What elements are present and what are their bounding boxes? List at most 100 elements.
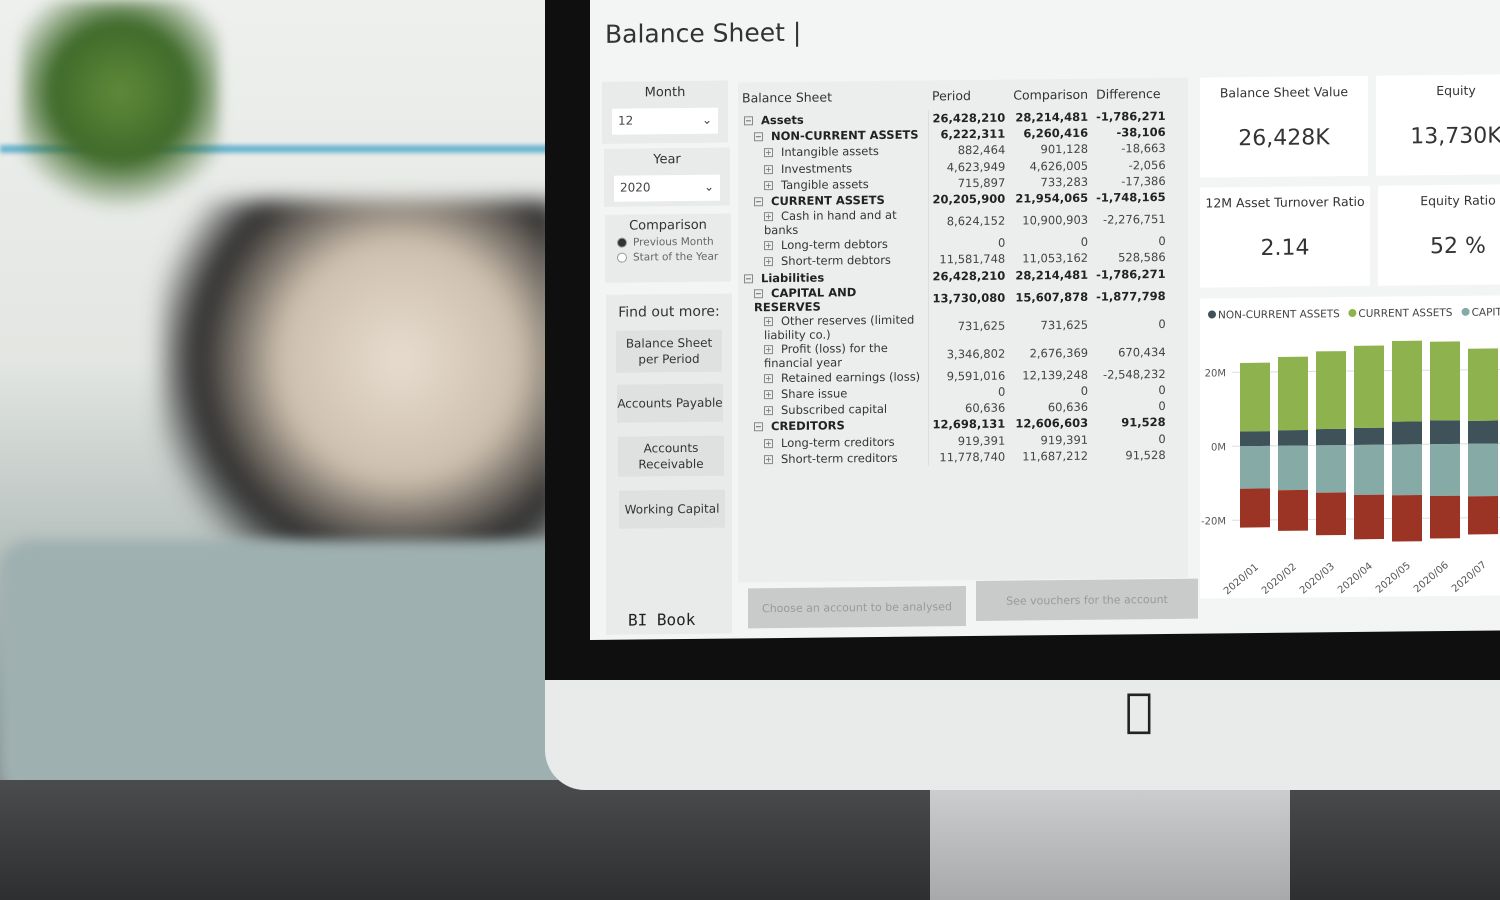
expand-icon[interactable]: + (764, 316, 773, 326)
x-tick-label: 2020/07 (1450, 560, 1489, 595)
bar-segment (1392, 340, 1422, 422)
cell-difference: -38,106 (1116, 125, 1166, 140)
cell-difference: 0 (1158, 382, 1166, 398)
cell-period: 8,624,152 (946, 213, 1006, 229)
radio-label: Start of the Year (633, 250, 719, 264)
monitor-stand (930, 780, 1290, 900)
expand-icon[interactable]: + (764, 148, 773, 158)
choose-account-button[interactable]: Choose an account to be analysed (748, 586, 966, 629)
cell-comparison: 10,900,903 (1022, 212, 1089, 228)
balance-chart-card: 20M 0M -20M NON-CURRENT ASSETS CURRENT ASSET… (1200, 295, 1500, 599)
row-label: Assets (761, 112, 804, 128)
expand-icon[interactable]: + (764, 241, 773, 251)
year-dropdown[interactable]: 2020 ⌄ (614, 174, 720, 202)
table-row[interactable]: + Short-term creditors 11,778,740 11,687,21… (738, 447, 1170, 468)
kpi-label: Equity (1436, 82, 1476, 99)
expand-icon[interactable]: + (764, 344, 773, 354)
month-dropdown[interactable]: 12 ⌄ (612, 107, 718, 135)
apple-logo-icon:  (1125, 685, 1165, 735)
cell-difference: -1,786,271 (1096, 109, 1166, 124)
see-vouchers-button[interactable]: See vouchers for the account (976, 578, 1198, 621)
expand-icon[interactable]: + (764, 373, 773, 383)
y-tick-label: -20M (1201, 516, 1226, 527)
kpi-asset-turnover: 12M Asset Turnover Ratio 2.14 (1200, 185, 1370, 288)
column-header[interactable]: Balance Sheet (738, 80, 928, 112)
expand-icon[interactable]: + (764, 406, 773, 416)
expand-icon[interactable]: + (764, 438, 773, 448)
table-row[interactable]: + Profit (loss) for the financial year 3,3… (738, 338, 1170, 371)
kpi-equity: Equity 13,730K (1376, 74, 1500, 176)
cell-difference: 670,434 (1118, 344, 1166, 360)
expand-icon[interactable]: + (764, 180, 773, 191)
collapse-icon[interactable]: − (754, 422, 763, 432)
bar-segment (1278, 429, 1308, 446)
row-label: CURRENT ASSETS (771, 192, 885, 209)
cell-comparison: 12,606,603 (1015, 416, 1089, 431)
kpi-balance-sheet-value: Balance Sheet Value 26,428K (1200, 75, 1368, 178)
cell-difference: -17,386 (1121, 173, 1166, 189)
cell-difference: 91,528 (1121, 415, 1166, 430)
cell-difference: 0 (1158, 316, 1166, 331)
cell-difference: 0 (1158, 234, 1166, 249)
legend-marker (1348, 309, 1357, 318)
table-row[interactable]: + Other reserves (limited liability co.) 7… (738, 310, 1170, 343)
cell-comparison: 2,676,369 (1029, 345, 1089, 361)
row-label: NON-CURRENT ASSETS (771, 127, 919, 144)
kpi-label: Balance Sheet Value (1219, 84, 1349, 101)
cell-period: 13,730,080 (932, 290, 1006, 306)
cell-comparison: 28,214,481 (1015, 267, 1089, 283)
collapse-icon[interactable]: − (744, 116, 753, 126)
month-value: 12 (618, 113, 634, 128)
table-row[interactable]: + Cash in hand and at banks 8,624,152 10,90… (738, 205, 1170, 238)
cell-period: 60,636 (965, 400, 1006, 416)
table-row[interactable]: − CAPITAL AND RESERVES 13,730,080 15,607,87… (738, 282, 1170, 315)
bar-segment (1392, 421, 1422, 445)
x-tick-label: 2020/03 (1298, 561, 1337, 596)
bar-segment (1430, 495, 1460, 539)
collapse-icon[interactable]: − (754, 132, 763, 142)
link-accounts-receivable[interactable]: Accounts Receivable (618, 435, 724, 477)
bi-book-logo: BI Book (628, 609, 696, 630)
y-tick-label: 0M (1211, 442, 1226, 453)
expand-icon[interactable]: + (764, 390, 773, 400)
bar-segment (1392, 444, 1422, 496)
legend-marker (1461, 307, 1470, 316)
collapse-icon[interactable]: − (754, 197, 763, 207)
cell-difference: 0 (1158, 399, 1166, 414)
cell-difference: 91,528 (1125, 447, 1166, 463)
link-balance-sheet-per-period[interactable]: Balance Sheet per Period (616, 329, 722, 373)
bar-segment (1240, 362, 1270, 432)
row-label: Short-term creditors (781, 450, 898, 466)
radio-previous-month[interactable]: Previous Month (617, 236, 719, 249)
link-accounts-payable[interactable]: Accounts Payable (617, 383, 723, 423)
expand-icon[interactable]: + (764, 164, 773, 174)
cell-comparison: 733,283 (1040, 174, 1089, 190)
column-header[interactable]: Period (928, 80, 1009, 111)
column-header[interactable]: Comparison (1009, 79, 1092, 110)
month-slicer: Month 12 ⌄ (602, 80, 728, 144)
bar-segment (1240, 431, 1270, 447)
radio-start-of-year[interactable]: Start of the Year (617, 251, 719, 264)
expand-icon[interactable]: + (764, 454, 773, 464)
chevron-down-icon: ⌄ (703, 179, 714, 194)
x-tick-label: 2020/02 (1260, 562, 1299, 597)
link-working-capital[interactable]: Working Capital (619, 489, 725, 529)
legend-label: CAPITAL (1472, 306, 1500, 318)
cell-comparison: 0 (1080, 383, 1089, 398)
bar-segment (1316, 351, 1346, 430)
column-header[interactable]: Difference (1092, 78, 1170, 109)
expand-icon[interactable]: + (764, 212, 773, 222)
row-label: Profit (loss) for the financial year (764, 340, 888, 370)
collapse-icon[interactable]: − (754, 288, 763, 298)
cell-comparison: 21,954,065 (1015, 190, 1089, 206)
expand-icon[interactable]: + (764, 257, 773, 267)
chevron-down-icon: ⌄ (701, 112, 712, 127)
bar-segment (1278, 356, 1308, 431)
bar-segment (1354, 494, 1384, 540)
cell-difference: 528,586 (1118, 250, 1166, 265)
cell-comparison: 60,636 (1047, 399, 1089, 415)
x-tick-label: 2020/06 (1412, 560, 1451, 595)
collapse-icon[interactable]: − (744, 273, 753, 283)
cell-period: 20,205,900 (932, 191, 1006, 207)
x-tick-label: 2020/04 (1336, 561, 1375, 596)
